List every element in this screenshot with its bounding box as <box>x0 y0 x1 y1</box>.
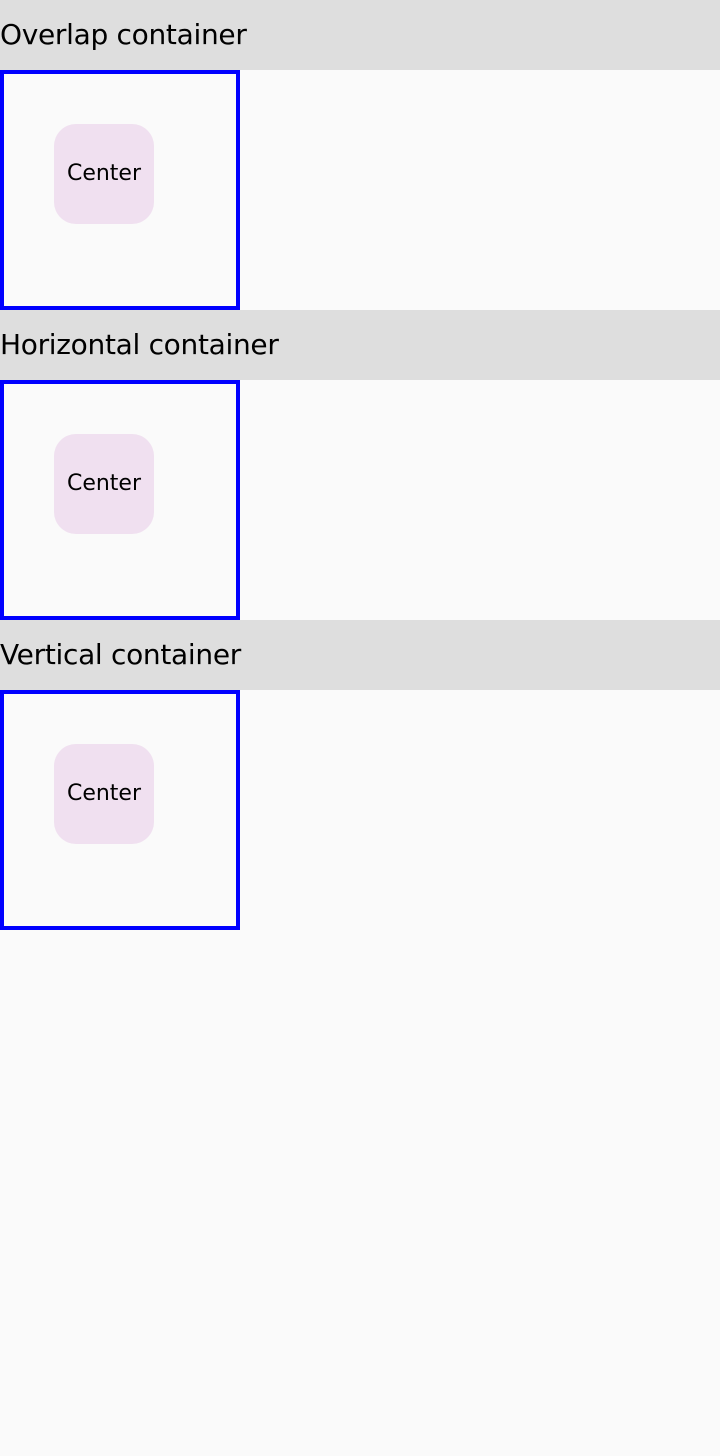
center-item: Center <box>54 744 154 844</box>
section-title: Horizontal container <box>0 327 279 361</box>
section-body: Center <box>0 690 720 930</box>
horizontal-container-section: Horizontal container Center <box>0 310 720 620</box>
section-header: Vertical container <box>0 620 720 690</box>
center-item: Center <box>54 434 154 534</box>
section-title: Vertical container <box>0 637 241 671</box>
section-title: Overlap container <box>0 17 247 51</box>
section-header: Horizontal container <box>0 310 720 380</box>
section-header: Overlap container <box>0 0 720 70</box>
vertical-container-section: Vertical container Center <box>0 620 720 930</box>
overlap-container-section: Overlap container Center <box>0 0 720 310</box>
center-item-label: Center <box>66 781 142 806</box>
section-body: Center <box>0 380 720 620</box>
overlap-container-frame: Center <box>0 70 240 310</box>
vertical-container-frame: Center <box>0 690 240 930</box>
section-body: Center <box>0 70 720 310</box>
center-item: Center <box>54 124 154 224</box>
center-item-label: Center <box>66 161 142 186</box>
center-item-label: Center <box>66 471 142 496</box>
horizontal-container-frame: Center <box>0 380 240 620</box>
screen: Overlap container Center Horizontal cont… <box>0 0 720 930</box>
